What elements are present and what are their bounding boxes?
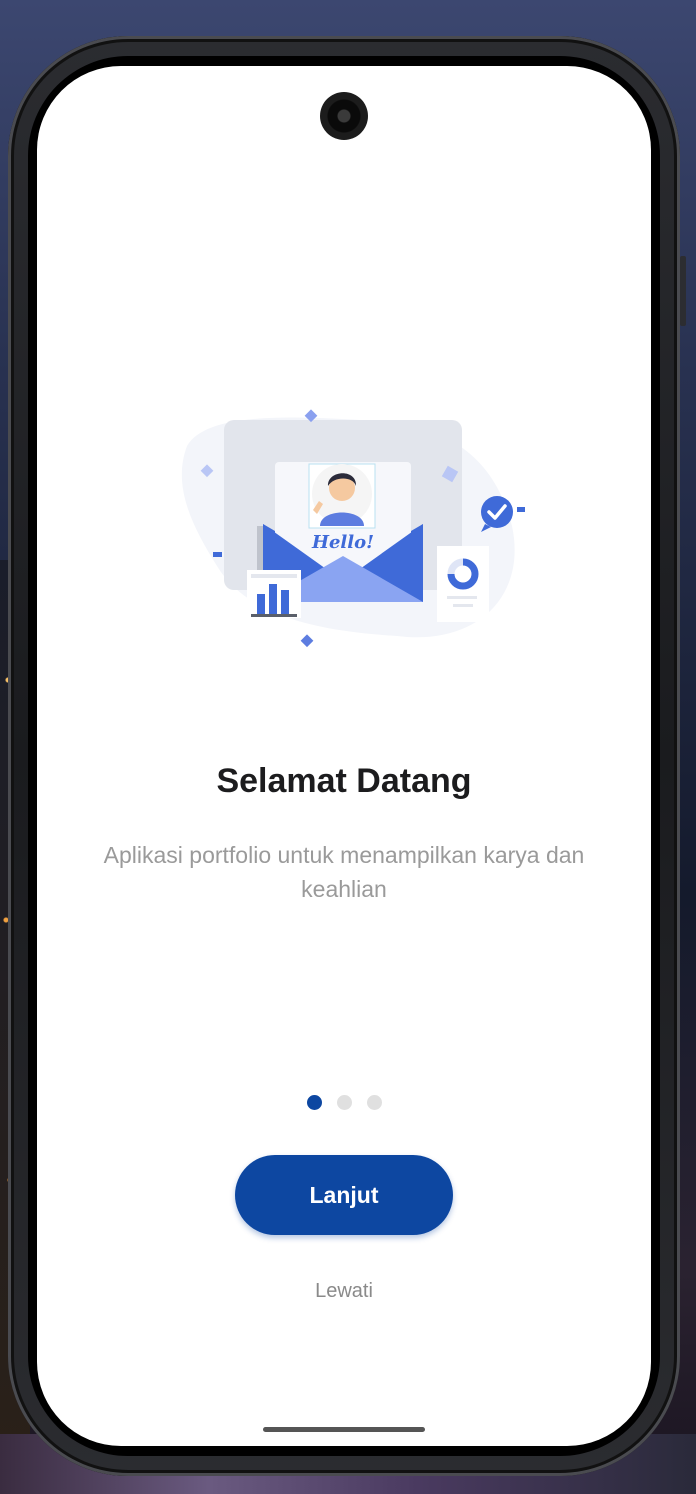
page-dot[interactable] bbox=[366, 1095, 382, 1110]
app-screen: Hello! Selamat Datang Aplikasi portfolio… bbox=[37, 66, 651, 1446]
confetti bbox=[213, 552, 222, 557]
page-indicator bbox=[37, 1095, 651, 1110]
bar-chart-icon bbox=[257, 594, 265, 614]
skip-link[interactable]: Lewati bbox=[37, 1280, 651, 1303]
page-dot-active[interactable] bbox=[306, 1095, 322, 1110]
page-subtitle: Aplikasi portfolio untuk menampilkan kar… bbox=[103, 842, 585, 902]
phone-side-button bbox=[680, 256, 686, 326]
welcome-illustration: Hello! bbox=[181, 409, 525, 648]
check-badge-icon bbox=[481, 496, 513, 528]
page-title: Selamat Datang bbox=[216, 762, 472, 800]
bar-chart-bar bbox=[281, 590, 289, 614]
bar-chart-bar bbox=[269, 584, 277, 614]
page-dot[interactable] bbox=[336, 1095, 352, 1110]
home-indicator[interactable] bbox=[263, 1427, 425, 1432]
hello-text: Hello! bbox=[311, 532, 374, 553]
bar-chart-baseline bbox=[251, 614, 297, 617]
camera-icon bbox=[320, 92, 368, 140]
donut-chart-line bbox=[453, 604, 473, 607]
bar-chart-header bbox=[251, 574, 297, 578]
next-button[interactable]: Lanjut bbox=[235, 1155, 453, 1235]
confetti bbox=[300, 634, 314, 648]
donut-chart-line bbox=[447, 596, 477, 599]
confetti bbox=[517, 507, 525, 512]
